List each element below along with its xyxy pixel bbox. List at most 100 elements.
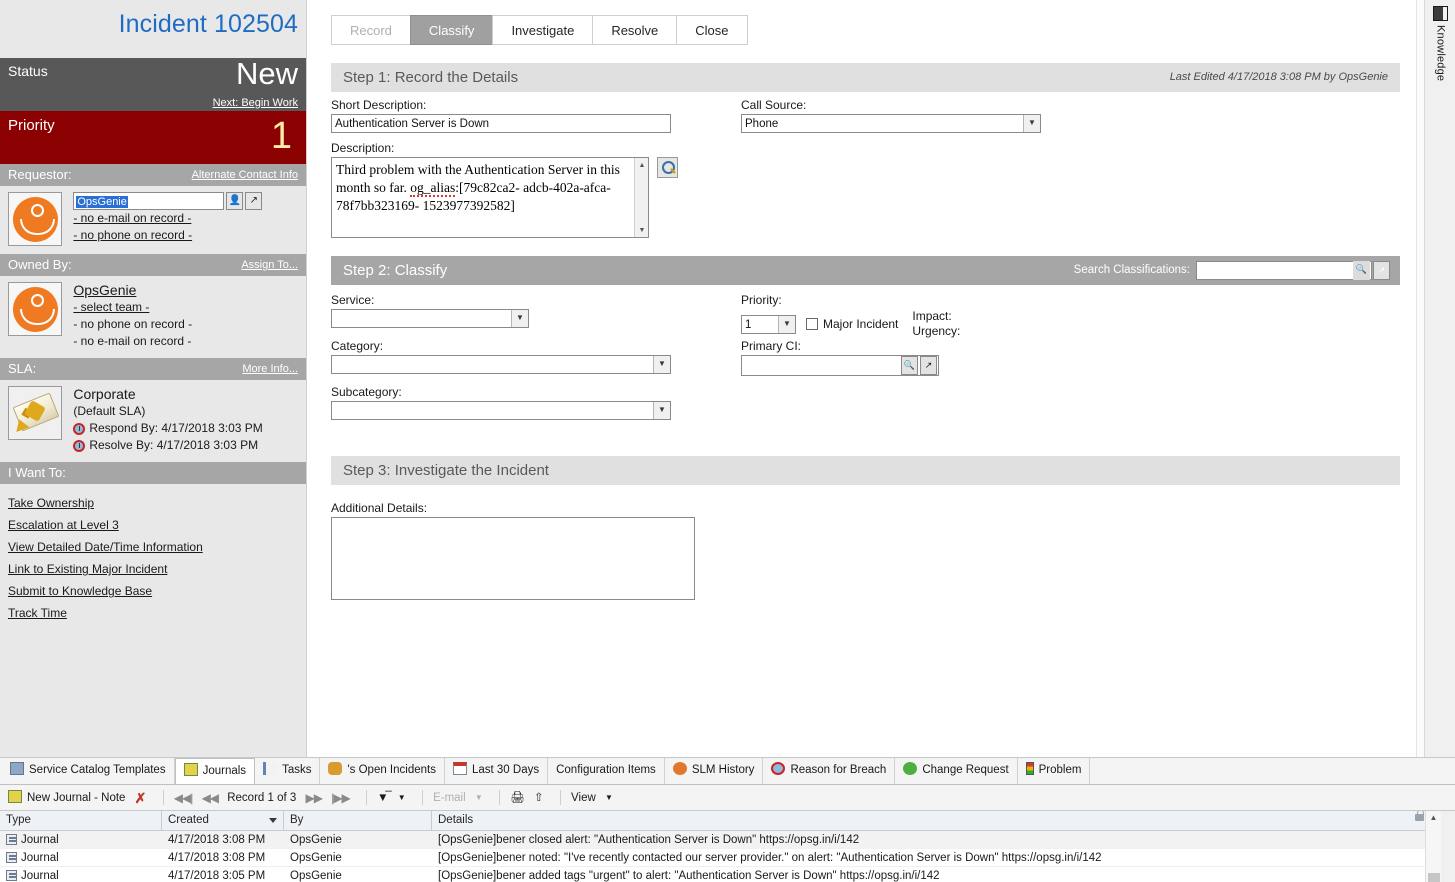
link-take-ownership[interactable]: Take Ownership	[8, 492, 298, 514]
sla-resolve-by: Resolve By: 4/17/2018 3:03 PM	[73, 437, 262, 454]
description-zoom-icon[interactable]	[657, 157, 678, 178]
link-view-detailed-date-time-information[interactable]: View Detailed Date/Time Information	[8, 536, 298, 558]
bottom-tab-slm-history[interactable]: SLM History	[665, 758, 764, 784]
next-begin-work-link[interactable]: Next: Begin Work	[213, 97, 298, 109]
alternate-contact-info-link[interactable]: Alternate Contact Info	[192, 164, 298, 186]
chevron-down-icon[interactable]: ▼	[653, 356, 670, 373]
bottom-tab-change-request[interactable]: Change Request	[895, 758, 1017, 784]
alarm-clock-icon	[73, 440, 85, 452]
step2-title: Step 2: Classify	[343, 262, 447, 279]
filter-icon[interactable]: ▼̅	[377, 785, 388, 811]
first-record-icon[interactable]: ◀◀|	[174, 785, 193, 811]
owned-by-body: OpsGenie - select team - - no phone on r…	[0, 276, 306, 358]
short-description-input[interactable]: Authentication Server is Down	[331, 114, 671, 133]
sla-more-info-link[interactable]: More Info...	[242, 358, 298, 380]
previous-record-icon[interactable]: ◀◀	[202, 785, 218, 811]
journals-grid-scrollbar[interactable]: ▲	[1425, 811, 1441, 882]
person-picker-icon[interactable]: 👤	[226, 192, 243, 210]
scroll-up-icon[interactable]: ▲	[1426, 811, 1441, 825]
description-scrollbar[interactable]: ▲ ▼	[634, 158, 648, 237]
priority-value: 1	[271, 111, 292, 161]
link-track-time[interactable]: Track Time	[8, 602, 298, 624]
print-icon[interactable]: 🖨	[510, 785, 525, 811]
page-title: Incident 102504	[0, 0, 306, 58]
next-record-icon[interactable]: ▶▶	[305, 785, 321, 811]
requestor-input-value: OpsGenie	[76, 196, 128, 208]
new-journal-note-button[interactable]: New Journal - Note	[8, 785, 125, 811]
view-dropdown-icon[interactable]: ▼	[605, 785, 613, 811]
tab-classify[interactable]: Classify	[410, 15, 494, 45]
tab-resolve[interactable]: Resolve	[592, 15, 677, 45]
table-row[interactable]: Journal 4/17/2018 3:08 PM OpsGenie [OpsG…	[0, 849, 1455, 867]
category-select[interactable]: ▼	[331, 355, 671, 374]
description-label: Description:	[331, 141, 678, 155]
classification-goto-icon[interactable]: ↗	[1373, 261, 1390, 280]
last-record-icon[interactable]: |▶▶	[331, 785, 350, 811]
additional-details-textarea[interactable]	[331, 517, 695, 600]
description-textarea[interactable]: Third problem with the Authentication Se…	[331, 157, 649, 238]
tab-investigate[interactable]: Investigate	[492, 15, 593, 45]
table-row[interactable]: Journal 4/17/2018 3:05 PM OpsGenie [OpsG…	[0, 867, 1455, 882]
select-team-link[interactable]: - select team -	[73, 299, 192, 316]
major-incident-checkbox[interactable]	[806, 318, 818, 330]
column-header-by[interactable]: By	[284, 811, 432, 830]
journals-grid: Type Created By Details Journal 4/17/201…	[0, 811, 1455, 882]
chevron-down-icon[interactable]: ▼	[1023, 115, 1040, 132]
go-to-record-icon[interactable]: ↗	[245, 192, 262, 210]
scrollbar-thumb[interactable]	[1428, 873, 1440, 882]
chevron-down-icon[interactable]: ▼	[778, 316, 795, 333]
requestor-phone-line[interactable]: - no phone on record -	[73, 227, 262, 244]
call-source-label: Call Source:	[741, 98, 1041, 112]
bottom-tab-last-30-days[interactable]: Last 30 Days	[445, 758, 548, 784]
bottom-tab-problem[interactable]: Problem	[1018, 758, 1091, 784]
bottom-tab-reason-for-breach[interactable]: Reason for Breach	[763, 758, 895, 784]
export-icon[interactable]: ⇧	[534, 785, 544, 811]
delete-x-icon[interactable]: ✗	[135, 785, 147, 811]
assign-to-link[interactable]: Assign To...	[241, 254, 298, 276]
subcategory-select[interactable]: ▼	[331, 401, 671, 420]
call-source-value: Phone	[745, 118, 778, 130]
book-icon	[1433, 6, 1448, 21]
table-row[interactable]: Journal 4/17/2018 3:08 PM OpsGenie [OpsG…	[0, 831, 1455, 849]
recycle-icon	[903, 762, 917, 775]
call-source-select[interactable]: Phone ▼	[741, 114, 1041, 133]
chevron-down-icon[interactable]: ▼	[653, 402, 670, 419]
service-select[interactable]: ▼	[331, 309, 529, 328]
owner-name-link[interactable]: OpsGenie	[73, 282, 192, 299]
column-header-created[interactable]: Created	[162, 811, 284, 830]
primary-ci-goto-icon[interactable]: ↗	[920, 356, 937, 375]
link-submit-to-knowledge-base[interactable]: Submit to Knowledge Base	[8, 580, 298, 602]
step3-header: Step 3: Investigate the Incident	[331, 456, 1400, 485]
knowledge-tab[interactable]: Knowledge	[1425, 0, 1455, 81]
bottom-tab-configuration-items[interactable]: Configuration Items	[548, 758, 665, 784]
bottom-tab-open-incidents[interactable]: 's Open Incidents	[320, 758, 445, 784]
priority-select[interactable]: 1 ▼	[741, 315, 796, 334]
tab-record[interactable]: Record	[331, 15, 411, 45]
owner-details: OpsGenie - select team - - no phone on r…	[73, 282, 192, 350]
chevron-down-icon[interactable]: ▼	[511, 310, 528, 327]
column-header-type[interactable]: Type	[0, 811, 162, 830]
scroll-down-icon[interactable]: ▼	[635, 223, 649, 237]
link-escalation-at-level-3[interactable]: Escalation at Level 3	[8, 514, 298, 536]
requestor-input[interactable]: OpsGenie	[73, 192, 224, 210]
search-classifications-input[interactable]	[1196, 261, 1372, 280]
owner-avatar	[8, 282, 62, 336]
column-header-details[interactable]: Details	[432, 811, 1433, 830]
bottom-tab-journals[interactable]: Journals	[175, 758, 255, 785]
requestor-email-line[interactable]: - no e-mail on record -	[73, 210, 262, 227]
main-panel-scrollbar[interactable]	[1416, 0, 1424, 757]
step1-title: Step 1: Record the Details	[343, 69, 518, 86]
filter-dropdown-icon[interactable]: ▼	[398, 785, 406, 811]
cell-by: OpsGenie	[284, 831, 432, 848]
owner-email-line: - no e-mail on record -	[73, 333, 192, 350]
link-link-to-existing-major-incident[interactable]: Link to Existing Major Incident	[8, 558, 298, 580]
bottom-tab-service-catalog-templates[interactable]: Service Catalog Templates	[2, 758, 175, 784]
cell-created: 4/17/2018 3:08 PM	[162, 849, 284, 866]
primary-ci-lookup-icon[interactable]: 🔍	[901, 356, 918, 375]
tab-close[interactable]: Close	[676, 15, 747, 45]
bottom-tab-tasks[interactable]: Tasks	[255, 758, 320, 784]
sort-descending-icon	[269, 818, 277, 823]
view-button[interactable]: View	[571, 785, 596, 811]
classification-lookup-icon[interactable]: 🔍	[1353, 261, 1370, 280]
scroll-up-icon[interactable]: ▲	[635, 158, 649, 172]
